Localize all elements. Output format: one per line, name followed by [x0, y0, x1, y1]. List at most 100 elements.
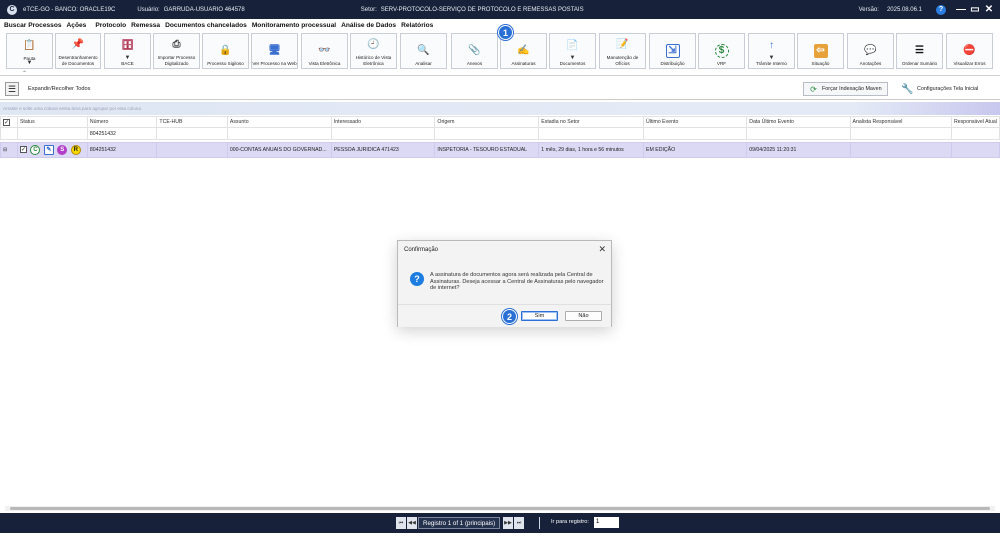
- ribbon-distribuicao-button[interactable]: ⇲ Distribuição: [649, 33, 696, 69]
- status-edit-icon: ✎: [43, 144, 54, 155]
- group-by-area[interactable]: Arraste e solte uma coluna nesta área pa…: [0, 102, 1000, 115]
- ribbon-overflow-icon[interactable]: ⌃: [22, 70, 27, 77]
- ribbon-bace-button[interactable]: 🗄 ▼ BACE: [104, 33, 151, 69]
- ribbon-ver-processo-web-button[interactable]: 🖥 Ver Processo na Web: [251, 33, 298, 69]
- menu-remessa[interactable]: Remessa: [131, 22, 160, 29]
- col-tce-hub[interactable]: TCE-HUB: [156, 116, 228, 128]
- filter-numero[interactable]: 804251432: [86, 127, 158, 140]
- ribbon-processo-sigiloso-button[interactable]: 🔒 Processo Sigiloso: [202, 33, 249, 69]
- numbered-list-icon: ☰: [915, 44, 924, 56]
- force-indexing-button[interactable]: ⟳ Forçar Indexação Maven: [803, 82, 888, 96]
- documents-icon: 📄: [566, 39, 579, 51]
- user-label: Usuário:: [137, 6, 160, 13]
- filter-assunto[interactable]: [226, 127, 332, 140]
- ribbon-anexos-button[interactable]: 📎 Anexos: [451, 33, 498, 69]
- col-data-ultimo-evento[interactable]: Data Último Evento: [746, 116, 851, 128]
- no-button[interactable]: Não: [565, 311, 602, 321]
- dialog-close-icon[interactable]: ✕: [598, 244, 606, 255]
- distribution-icon: ⇲: [665, 43, 680, 58]
- table-row[interactable]: ⊟ ✓ C ✎ S R 804251432 000-CONTAS ANUAIS …: [0, 142, 1000, 158]
- filter-data[interactable]: [746, 127, 851, 140]
- menu-monitoramento-processual[interactable]: Monitoramento processual: [252, 22, 336, 29]
- minimize-button[interactable]: —: [954, 4, 968, 15]
- scrollbar-thumb[interactable]: [10, 507, 990, 510]
- ribbon-vista-eletronica-button[interactable]: 👓 Vista Eletrônica: [301, 33, 348, 69]
- ribbon-pauta-button[interactable]: 📋 Pauta ▼: [6, 33, 53, 69]
- col-origem[interactable]: Origem: [434, 116, 540, 128]
- cell-responsavel: [950, 142, 1000, 158]
- settings-button[interactable]: 🔧 Configurações Tela Inicial: [896, 82, 983, 96]
- filter-status[interactable]: [16, 127, 88, 140]
- select-all-checkbox[interactable]: ✓: [0, 116, 18, 128]
- wrench-icon: 🔧: [901, 83, 914, 95]
- last-record-button[interactable]: ⏭: [514, 517, 524, 529]
- menu-relatorios[interactable]: Relatórios: [401, 22, 433, 29]
- menu-buscar-processos[interactable]: Buscar Processos: [4, 22, 62, 29]
- status-arrow-icon: ⇦: [813, 43, 828, 58]
- col-numero[interactable]: Número: [86, 116, 158, 128]
- ribbon-tramite-interno-button[interactable]: ↑ ▼ Trâmite Interno: [748, 33, 795, 69]
- ribbon-importar-processo-button[interactable]: ⎙ Importar Processo Digitalizado: [153, 33, 200, 69]
- filter-analista[interactable]: [849, 127, 952, 140]
- ribbon-historico-vista-button[interactable]: 🕘 Histórico de Vista Eletrônica: [350, 33, 397, 69]
- ribbon-manutencao-oficios-button[interactable]: 📝 Manutenção de Ofícios: [599, 33, 646, 69]
- expand-collapse-label[interactable]: Expandir/Recolher Todos: [28, 86, 90, 92]
- goto-label: Ir para registro:: [551, 519, 589, 525]
- filter-responsavel[interactable]: [950, 127, 1000, 140]
- clipboard-icon: 📝: [616, 39, 629, 51]
- yes-button[interactable]: Sim: [521, 311, 558, 321]
- col-status[interactable]: Status: [16, 116, 88, 128]
- expand-collapse-icon[interactable]: ☰: [5, 82, 19, 96]
- ribbon-analisar-button[interactable]: 🔍 Analisar: [400, 33, 447, 69]
- footer-navigation: ⏮ ◀◀ Registro 1 of 1 (principais) ▶▶ ⏭ I…: [0, 513, 1000, 533]
- row-checkbox[interactable]: ✓: [19, 146, 27, 154]
- cell-tce-hub: [156, 142, 228, 158]
- filter-ultimo-evento[interactable]: [643, 127, 748, 140]
- first-record-button[interactable]: ⏮: [396, 517, 406, 529]
- col-responsavel[interactable]: Responsável Atual: [950, 116, 1000, 128]
- help-icon[interactable]: ?: [936, 4, 946, 15]
- menu-protocolo[interactable]: Protocolo: [95, 22, 126, 29]
- col-analista[interactable]: Analista Responsável: [849, 116, 952, 128]
- app-title: eTCE-GO - BANCO: ORACLE19C: [23, 6, 116, 13]
- close-button[interactable]: ✕: [982, 4, 996, 15]
- restore-button[interactable]: ▭: [968, 4, 982, 15]
- filter-tce-hub[interactable]: [156, 127, 228, 140]
- ribbon-anotacoes-button[interactable]: 💬 Anotações: [847, 33, 894, 69]
- ribbon-ordenar-sumario-button[interactable]: ☰ Ordenar Sumário: [896, 33, 943, 69]
- col-ultimo-evento[interactable]: Último Evento: [643, 116, 748, 128]
- sector-name: SERV-PROTOCOLO-SERVIÇO DE PROTOCOLO E RE…: [380, 6, 584, 13]
- lock-icon: 🔒: [219, 44, 232, 56]
- filter-origem[interactable]: [434, 127, 540, 140]
- ribbon-vrf-button[interactable]: $ VRF: [698, 33, 745, 69]
- menu-acoes[interactable]: Ações: [67, 22, 87, 29]
- goto-record-input[interactable]: 1: [594, 517, 619, 528]
- cell-data-ultimo-evento: 09/04/2025 11:20:31: [746, 142, 851, 158]
- horizontal-scrollbar[interactable]: [5, 506, 995, 511]
- previous-record-button[interactable]: ◀◀: [407, 517, 417, 529]
- confirmation-dialog: Confirmação ✕ ? A assinatura de document…: [397, 240, 612, 327]
- version-value: 2025.08.06.1: [886, 6, 922, 13]
- history-icon: 🕘: [367, 39, 380, 51]
- menu-documentos-chancelados[interactable]: Documentos chancelados: [165, 22, 247, 29]
- ribbon-situacao-button[interactable]: ⇦ Situação: [797, 33, 844, 69]
- cell-interessado: PESSOA JURIDICA 471423: [330, 142, 436, 158]
- ribbon-documentos-button[interactable]: 📄 ▼ Documentos: [549, 33, 596, 69]
- col-assunto[interactable]: Assunto: [226, 116, 332, 128]
- next-record-button[interactable]: ▶▶: [503, 517, 513, 529]
- filter-interessado[interactable]: [330, 127, 436, 140]
- document-search-icon: 🔍: [417, 44, 430, 56]
- status-s-icon: S: [57, 145, 68, 156]
- filter-estadia[interactable]: [538, 127, 645, 140]
- col-estadia[interactable]: Estadia no Setor: [538, 116, 645, 128]
- grid-toolbar: ☰ Expandir/Recolher Todos ⟳ Forçar Index…: [0, 79, 1000, 100]
- dialog-button-row: Sim Não 2: [398, 304, 611, 327]
- ribbon-desentranhamento-button[interactable]: 📌 Desentranhamento de Documentos: [55, 33, 101, 69]
- row-expand-toggle[interactable]: ⊟: [0, 142, 18, 158]
- unpin-icon: 📌: [71, 39, 85, 51]
- ribbon-visualizar-erros-button[interactable]: ⛔ Visualizar Erros: [946, 33, 993, 69]
- col-interessado[interactable]: Interessado: [330, 116, 436, 128]
- user-name: GARRUDA-USUARIO 464578: [163, 6, 245, 13]
- menu-analise-de-dados[interactable]: Análise de Dados: [341, 22, 396, 29]
- speech-bubble-icon: 💬: [864, 44, 877, 56]
